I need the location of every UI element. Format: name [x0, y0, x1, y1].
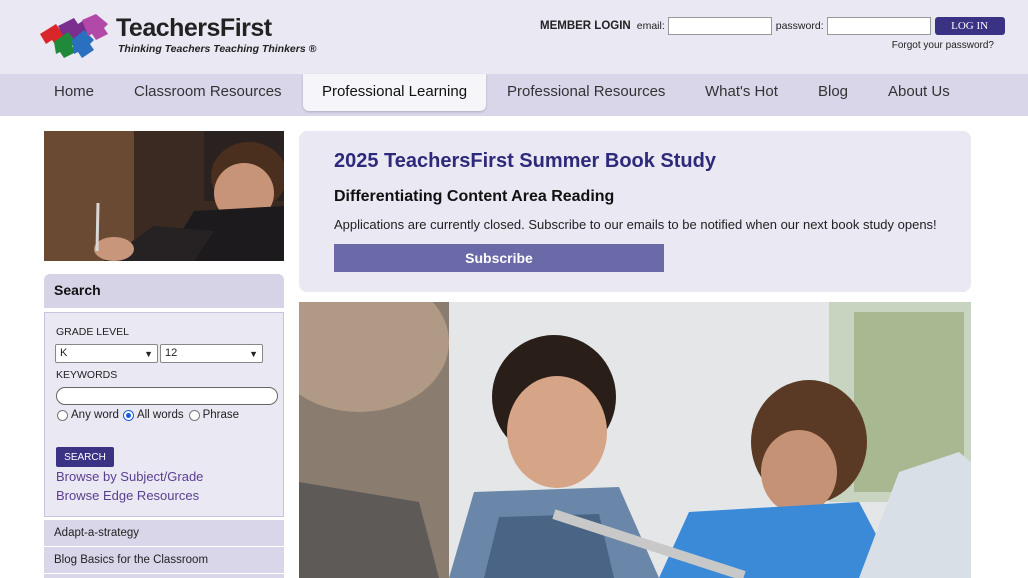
logo-wordmark: TeachersFirst — [116, 14, 272, 42]
password-label: password: — [775, 20, 824, 32]
chevron-down-icon: ▼ — [249, 349, 258, 359]
radio-any-word-label: Any word — [71, 409, 119, 421]
sidebar-item-next[interactable] — [44, 574, 284, 578]
book-study-subtitle: Differentiating Content Area Reading — [334, 188, 615, 205]
grade-to-value: 12 — [165, 347, 178, 359]
logo-tagline: Thinking Teachers Teaching Thinkers ® — [118, 43, 317, 55]
site-logo[interactable]: TeachersFirst Thinking Teachers Teaching… — [38, 12, 316, 60]
grade-from-select[interactable]: K ▼ — [55, 344, 158, 363]
keywords-input[interactable] — [56, 387, 278, 405]
keywords-label: KEYWORDS — [56, 369, 118, 381]
grade-from-value: K — [60, 347, 68, 359]
login-button[interactable]: LOG IN — [934, 17, 1005, 35]
password-field[interactable] — [826, 17, 931, 35]
grade-to-select[interactable]: 12 ▼ — [160, 344, 263, 363]
students-classroom-photo — [299, 302, 971, 578]
sidebar-item-blog-basics[interactable]: Blog Basics for the Classroom — [44, 547, 284, 573]
search-header: Search — [44, 274, 284, 308]
search-panel: GRADE LEVEL K ▼ 12 ▼ KEYWORDS Any word A… — [44, 312, 284, 517]
radio-any-word[interactable] — [57, 409, 68, 421]
book-study-description: Applications are currently closed. Subsc… — [334, 217, 937, 232]
sidebar-item-label: Adapt-a-strategy — [54, 527, 140, 539]
browse-edge-resources-link[interactable]: Browse Edge Resources — [56, 488, 199, 503]
chevron-down-icon: ▼ — [144, 349, 153, 359]
main-nav: Home Classroom Resources Professional Le… — [0, 74, 1028, 116]
subscribe-button[interactable]: Subscribe — [334, 244, 664, 272]
teacher-writing-image — [44, 131, 284, 261]
radio-phrase-label: Phrase — [202, 409, 240, 421]
browse-subject-grade-link[interactable]: Browse by Subject/Grade — [56, 469, 203, 484]
email-field[interactable] — [667, 17, 772, 35]
search-title: Search — [54, 282, 101, 298]
students-classroom-illustration — [299, 302, 971, 578]
radio-all-words[interactable] — [122, 409, 134, 421]
site-header: TeachersFirst Thinking Teachers Teaching… — [0, 0, 1028, 74]
nav-home[interactable]: Home — [54, 74, 94, 110]
forgot-password-link[interactable]: Forgot your password? — [800, 40, 994, 51]
nav-classroom-resources[interactable]: Classroom Resources — [134, 74, 282, 110]
email-label: email: — [636, 20, 665, 32]
book-study-banner: 2025 TeachersFirst Summer Book Study Dif… — [299, 131, 971, 292]
nav-professional-resources[interactable]: Professional Resources — [507, 74, 665, 110]
radio-all-words-label: All words — [136, 409, 184, 421]
member-login-label: MEMBER LOGIN — [540, 20, 631, 32]
nav-about-us[interactable]: About Us — [888, 74, 950, 110]
radio-phrase[interactable] — [188, 409, 200, 421]
search-button[interactable]: SEARCH — [56, 447, 114, 467]
nav-blog[interactable]: Blog — [818, 74, 848, 110]
grade-level-label: GRADE LEVEL — [56, 326, 129, 338]
nav-whats-hot[interactable]: What's Hot — [705, 74, 778, 110]
member-login-form: MEMBER LOGIN email: password: LOG IN — [540, 15, 1005, 37]
nav-professional-learning[interactable]: Professional Learning — [303, 74, 486, 111]
match-options: Any word All words Phrase — [55, 409, 239, 421]
sidebar-item-adapt-a-strategy[interactable]: Adapt-a-strategy — [44, 520, 284, 546]
puzzle-logo-icon — [40, 14, 108, 58]
sidebar-item-label: Blog Basics for the Classroom — [54, 554, 209, 566]
teacher-writing-illustration — [44, 131, 284, 261]
book-study-title: 2025 TeachersFirst Summer Book Study — [334, 150, 716, 172]
